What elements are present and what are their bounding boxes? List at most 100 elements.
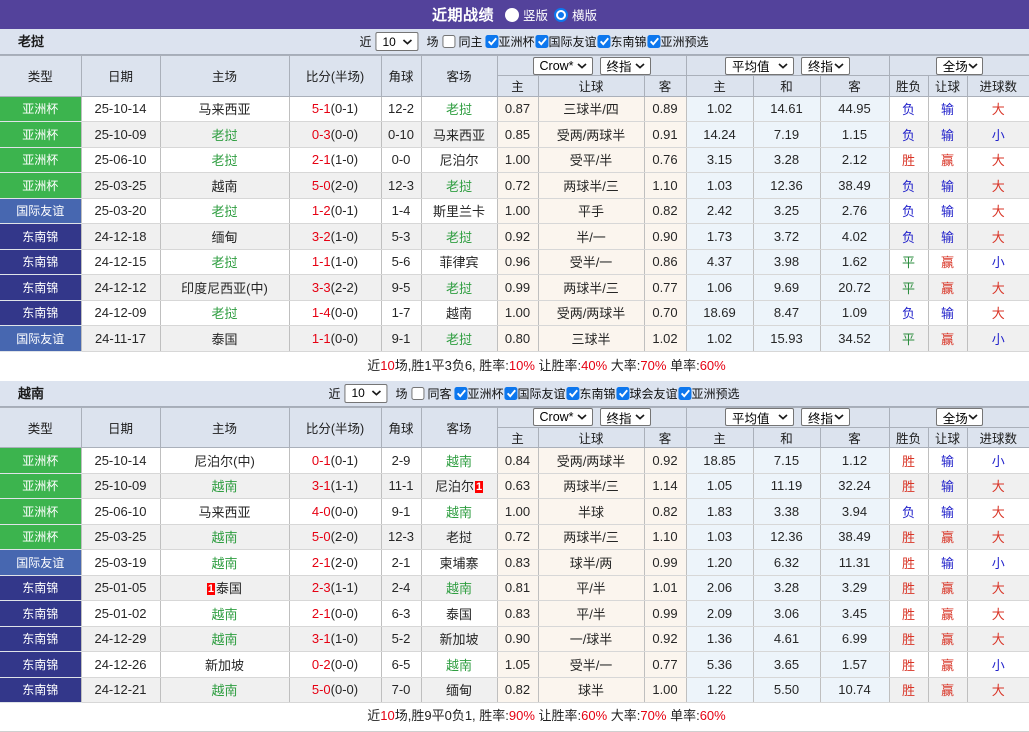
avg-draw-cell: 3.65 bbox=[753, 652, 820, 678]
goals-result-cell: 大 bbox=[967, 499, 1029, 525]
match-date-cell: 25-10-14 bbox=[81, 96, 160, 122]
avg-select-value: 平均值 bbox=[732, 408, 770, 427]
checkbox-checked-icon[interactable] bbox=[536, 35, 549, 48]
winloss-result-cell: 负 bbox=[889, 173, 928, 199]
avg-away-cell: 3.94 bbox=[820, 499, 889, 525]
halftime-score: (0-0) bbox=[331, 504, 358, 519]
sub-col-avg-home: 主 bbox=[686, 427, 753, 448]
bookmaker-select[interactable]: Crow* bbox=[533, 408, 593, 426]
match-row: 东南锦24-12-29越南3-1(1-0)5-2新加坡0.90一/球半0.921… bbox=[0, 626, 1029, 652]
handicap-result-cell: 赢 bbox=[928, 626, 967, 652]
games-count-select[interactable]: 10 bbox=[344, 384, 387, 403]
checkbox-checked-icon[interactable] bbox=[679, 387, 692, 400]
match-row: 东南锦24-12-26新加坡0-2(0-0)6-5越南1.05受半/一0.775… bbox=[0, 652, 1029, 678]
radio-vertical-label: 竖版 bbox=[523, 5, 548, 24]
competition-checkbox-item[interactable]: 球会友谊 bbox=[617, 385, 678, 402]
radio-unchecked-icon[interactable] bbox=[505, 8, 519, 22]
fulltime-score: 0-2 bbox=[312, 657, 331, 672]
layout-radio-vertical[interactable]: 竖版 bbox=[505, 5, 548, 24]
match-row: 东南锦24-12-12印度尼西亚(中)3-3(2-2)9-5老挝0.99两球半/… bbox=[0, 275, 1029, 301]
home-team-cell: 尼泊尔(中) bbox=[160, 448, 289, 474]
scope-select[interactable]: 全场 bbox=[936, 408, 983, 426]
summary-line: 近10场,胜1平3负6, 胜率:10% 让胜率:40% 大率:70% 单率:60… bbox=[0, 352, 1029, 381]
checkbox-unchecked-icon[interactable] bbox=[411, 387, 424, 400]
halftime-score: (0-1) bbox=[331, 101, 358, 116]
halftime-score: (0-0) bbox=[331, 331, 358, 346]
sub-col-goals: 进球数 bbox=[967, 76, 1029, 97]
away-team-cell: 马来西亚 bbox=[421, 122, 497, 148]
goals-result-cell: 大 bbox=[967, 300, 1029, 326]
layout-radio-horizontal[interactable]: 横版 bbox=[554, 5, 597, 24]
handicap-result-cell: 赢 bbox=[928, 147, 967, 173]
handicap-cell: 受半/一 bbox=[538, 652, 644, 678]
chevron-down-icon bbox=[577, 63, 587, 69]
avg-stage-select[interactable]: 终指 bbox=[801, 57, 850, 75]
team-name: 老挝 bbox=[446, 281, 472, 296]
competition-checkbox-item[interactable]: 国际友谊 bbox=[505, 385, 566, 402]
avg-away-cell: 44.95 bbox=[820, 96, 889, 122]
avg-draw-cell: 3.98 bbox=[753, 249, 820, 275]
checkbox-checked-icon[interactable] bbox=[505, 387, 518, 400]
handicap-result-cell: 输 bbox=[928, 499, 967, 525]
corner-cell: 0-0 bbox=[381, 147, 421, 173]
summary-text: 大率: bbox=[607, 708, 640, 723]
team-name: 新加坡 bbox=[205, 658, 244, 673]
checkbox-checked-icon[interactable] bbox=[567, 387, 580, 400]
competition-checkbox-item[interactable]: 亚洲预选 bbox=[648, 33, 709, 50]
odds-stage-select-value: 终指 bbox=[607, 408, 632, 427]
winloss-result-cell: 负 bbox=[889, 96, 928, 122]
halftime-score: (2-0) bbox=[331, 529, 358, 544]
competition-checkbox-item[interactable]: 东南锦 bbox=[598, 33, 647, 50]
score-cell: 0-3(0-0) bbox=[289, 122, 381, 148]
team-name: 泰国 bbox=[211, 332, 237, 347]
home-team-cell: 越南 bbox=[160, 626, 289, 652]
summary-stat-value: 60% bbox=[700, 358, 726, 373]
handicap-result-cell: 赢 bbox=[928, 601, 967, 627]
handicap-cell: 受平/半 bbox=[538, 147, 644, 173]
home-team-cell: 新加坡 bbox=[160, 652, 289, 678]
same-venue-checkbox-item[interactable]: 同客 bbox=[411, 385, 451, 402]
check-icon bbox=[487, 37, 497, 46]
odds-away-cell: 1.01 bbox=[644, 575, 686, 601]
check-icon bbox=[618, 389, 628, 398]
odds-stage-select[interactable]: 终指 bbox=[600, 57, 651, 75]
avg-away-cell: 3.45 bbox=[820, 601, 889, 627]
same-venue-checkbox-item[interactable]: 同主 bbox=[442, 33, 482, 50]
avg-stage-select[interactable]: 终指 bbox=[801, 408, 850, 426]
score-cell: 0-2(0-0) bbox=[289, 652, 381, 678]
scope-select[interactable]: 全场 bbox=[936, 57, 983, 75]
avg-home-cell: 18.69 bbox=[686, 300, 753, 326]
avg-select[interactable]: 平均值 bbox=[725, 408, 794, 426]
checkbox-unchecked-icon[interactable] bbox=[442, 35, 455, 48]
avg-home-cell: 18.85 bbox=[686, 448, 753, 474]
odds-home-cell: 1.00 bbox=[497, 198, 538, 224]
competition-checkbox-item[interactable]: 亚洲杯 bbox=[485, 33, 534, 50]
avg-home-cell: 1.06 bbox=[686, 275, 753, 301]
checkbox-checked-icon[interactable] bbox=[454, 387, 467, 400]
radio-checked-icon[interactable] bbox=[554, 8, 568, 22]
checkbox-checked-icon[interactable] bbox=[485, 35, 498, 48]
away-team-cell: 老挝 bbox=[421, 96, 497, 122]
avg-select[interactable]: 平均值 bbox=[725, 57, 794, 75]
odds-home-cell: 1.00 bbox=[497, 147, 538, 173]
bookmaker-select[interactable]: Crow* bbox=[533, 57, 593, 75]
halftime-score: (1-0) bbox=[331, 631, 358, 646]
checkbox-checked-icon[interactable] bbox=[648, 35, 661, 48]
competition-checkbox-item[interactable]: 东南锦 bbox=[567, 385, 616, 402]
avg-away-cell: 1.62 bbox=[820, 249, 889, 275]
competition-checkbox-item[interactable]: 国际友谊 bbox=[536, 33, 597, 50]
checkbox-checked-icon[interactable] bbox=[617, 387, 630, 400]
competition-checkbox-item[interactable]: 亚洲杯 bbox=[454, 385, 503, 402]
same-venue-label: 同客 bbox=[427, 385, 451, 402]
avg-away-cell: 3.29 bbox=[820, 575, 889, 601]
fulltime-score: 3-1 bbox=[312, 478, 331, 493]
checkbox-checked-icon[interactable] bbox=[598, 35, 611, 48]
odds-home-cell: 1.05 bbox=[497, 652, 538, 678]
competition-checkbox-item[interactable]: 亚洲预选 bbox=[679, 385, 740, 402]
winloss-result-cell: 平 bbox=[889, 275, 928, 301]
odds-home-cell: 0.87 bbox=[497, 96, 538, 122]
odds-stage-select[interactable]: 终指 bbox=[600, 408, 651, 426]
score-cell: 1-1(0-0) bbox=[289, 326, 381, 352]
games-count-select[interactable]: 10 bbox=[375, 32, 418, 51]
team-name: 越南 bbox=[446, 505, 472, 520]
